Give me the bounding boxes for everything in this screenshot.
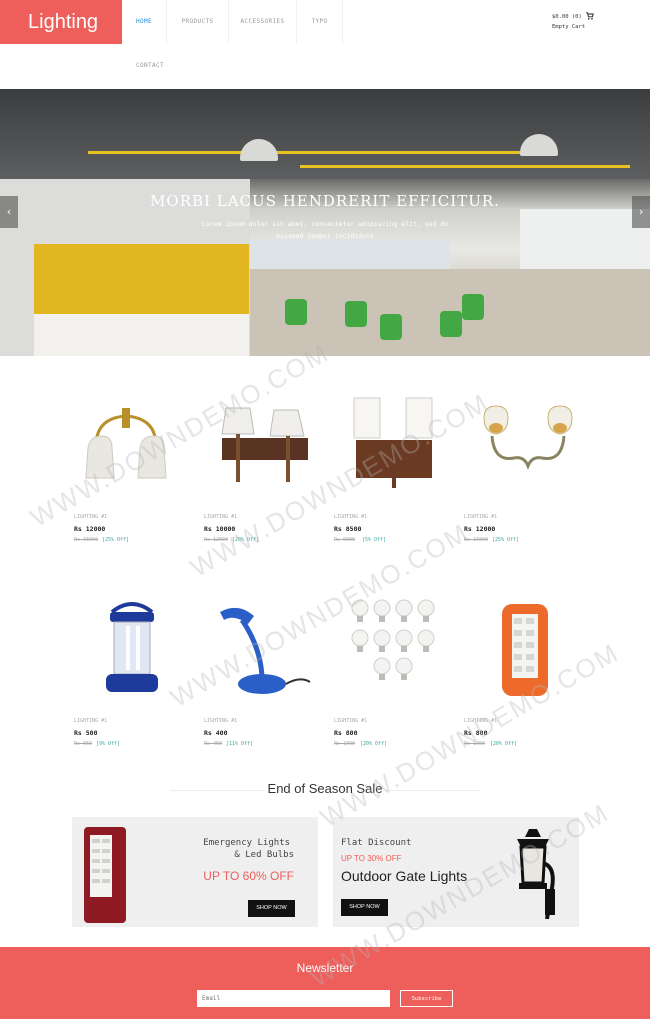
nav-item-accessories[interactable]: ACCESSORIES [229, 0, 297, 44]
cart-summary[interactable]: $0.00 (0) Empty Cart [552, 12, 585, 32]
promo-product: Outdoor Gate Lights [341, 868, 468, 884]
promo-offer: UP TO 60% OFF [203, 869, 294, 883]
product-discount: [20% Off] [490, 741, 518, 747]
promo-heading: Emergency Lights [203, 838, 290, 848]
product-old-price: Rs 9000 [334, 537, 356, 543]
product-category: LIGHTING #1 [204, 718, 238, 724]
product-price: Rs 10000 [204, 525, 236, 533]
product-discount: [25% Off] [492, 537, 520, 543]
emergency-light-icon[interactable] [464, 598, 594, 698]
product-price: Rs 800 [464, 729, 488, 737]
product-discount: [11% Off] [226, 741, 254, 747]
product-old-price: Rs 16000 [74, 537, 99, 543]
email-field[interactable] [197, 990, 390, 1007]
site-header: Lighting HOME PRODUCTS ACCESSORIES TYPO … [0, 0, 650, 89]
chevron-left-icon[interactable]: ‹ [0, 196, 18, 228]
nav-item-contact[interactable]: CONTACT [122, 44, 178, 88]
banner-backsplash [34, 244, 249, 314]
main-nav: HOME PRODUCTS ACCESSORIES TYPO CONTACT [122, 0, 562, 89]
promo-subheading: & Led Bulbs [234, 850, 294, 860]
cart-status: Empty Cart [552, 24, 586, 30]
banner-chair-5 [462, 294, 484, 320]
product-category: LIGHTING #1 [204, 514, 238, 520]
banner-chair-2 [345, 301, 367, 327]
product-category: LIGHTING #1 [74, 718, 108, 724]
product-price: Rs 8500 [334, 525, 362, 533]
nav-item-products[interactable]: PRODUCTS [167, 0, 229, 44]
promo-heading: Flat Discount [341, 838, 412, 848]
product-price: Rs 400 [204, 729, 228, 737]
product-discount: [25% Off] [102, 537, 130, 543]
promo-card-emergency[interactable]: Emergency Lights & Led Bulbs UP TO 60% O… [72, 817, 318, 927]
product-old-price: Rs 450 [204, 741, 223, 747]
promo-card-outdoor[interactable]: Flat Discount UP TO 30% OFF Outdoor Gate… [333, 817, 579, 927]
banner-chair-3 [380, 314, 402, 340]
product-price: Rs 800 [334, 729, 358, 737]
banner-chair-4 [440, 311, 462, 337]
nav-item-home[interactable]: HOME [122, 0, 167, 44]
product-old-price: Rs 1000 [464, 741, 486, 747]
lantern-icon[interactable] [74, 598, 204, 698]
site-logo[interactable]: Lighting [0, 0, 122, 44]
cart-icon[interactable] [586, 12, 594, 20]
led-bulbs-icon[interactable] [334, 598, 464, 698]
banner-subtitle: Lorem ipsum dolor sit amet, consectetur … [201, 220, 449, 240]
product-discount: [20% Off] [360, 741, 388, 747]
banner-pipe [88, 151, 558, 154]
outdoor-lantern-icon [517, 829, 555, 919]
product-old-price: Rs 16000 [464, 537, 489, 543]
nav-item-typo[interactable]: TYPO [297, 0, 343, 44]
banner-pipe-2 [300, 165, 630, 168]
wall-lamp-antique-icon[interactable] [464, 388, 594, 488]
wall-lamp-square-icon[interactable] [334, 388, 464, 488]
product-category: LIGHTING #1 [334, 514, 368, 520]
product-old-price: Rs 550 [74, 741, 93, 747]
product-discount: [5% Off] [362, 537, 387, 543]
wall-lamp-wood-icon[interactable] [204, 388, 334, 488]
product-category: LIGHTING #1 [464, 514, 498, 520]
banner-chair [285, 299, 307, 325]
shop-now-button[interactable]: SHOP NOW [248, 900, 295, 917]
newsletter-title: Newsletter [296, 961, 354, 975]
hero-banner: MORBI LACUS HENDRERIT EFFICITUR. Lorem i… [0, 89, 650, 356]
promo-offer: UP TO 30% OFF [341, 854, 402, 863]
product-price: Rs 12000 [464, 525, 496, 533]
banner-title: MORBI LACUS HENDRERIT EFFICITUR. [150, 192, 500, 210]
subscribe-button[interactable]: Subscribe [400, 990, 453, 1007]
chevron-right-icon[interactable]: › [632, 196, 650, 228]
product-discount: [20% Off] [232, 537, 260, 543]
wall-lamp-brass-icon[interactable] [74, 388, 204, 488]
product-category: LIGHTING #1 [334, 718, 368, 724]
product-category: LIGHTING #1 [74, 514, 108, 520]
product-old-price: Rs 12000 [204, 537, 229, 543]
banner-counter [34, 314, 249, 356]
newsletter-section: Newsletter Subscribe [0, 947, 650, 1019]
product-discount: [9% Off] [96, 741, 121, 747]
product-old-price: Rs 1000 [334, 741, 356, 747]
desk-lamp-icon[interactable] [204, 598, 334, 698]
cart-total: $0.00 (0) [552, 14, 582, 20]
product-price: Rs 12000 [74, 525, 106, 533]
section-title: End of Season Sale [267, 781, 383, 796]
product-price: Rs 500 [74, 729, 98, 737]
product-category: LIGHTING #1 [464, 718, 498, 724]
shop-now-button[interactable]: SHOP NOW [341, 899, 388, 916]
